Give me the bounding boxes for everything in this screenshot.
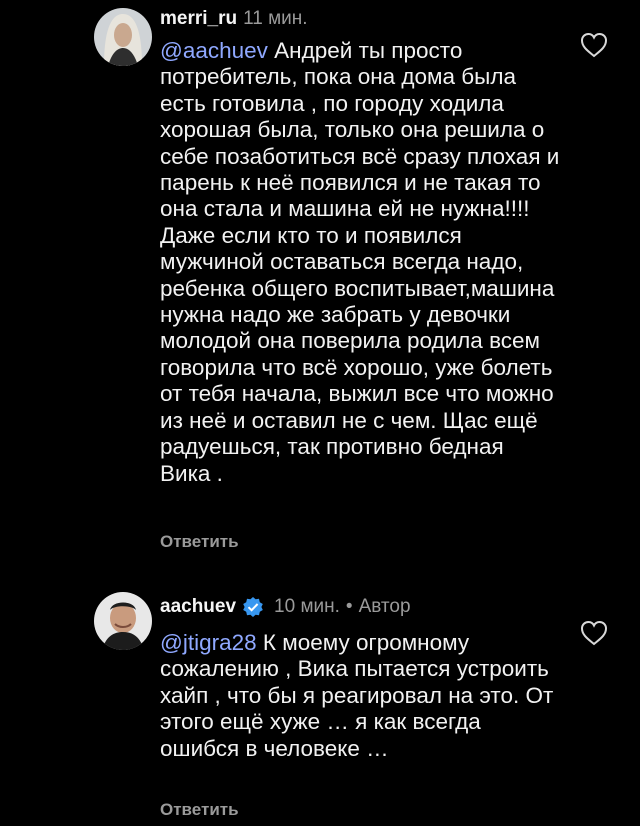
mention-link[interactable]: @aachuev [160,38,268,63]
comment-body: Андрей ты просто потребитель, пока она д… [160,38,560,486]
timestamp: 11 мин. [243,8,308,29]
verified-badge-icon [243,597,263,617]
heart-outline-icon[interactable] [580,620,608,646]
reply-button[interactable]: Ответить [160,532,239,552]
user-avatar-icon [94,592,152,650]
reply-button[interactable]: Ответить [160,800,239,820]
author-badge: Автор [358,596,411,617]
user-avatar-icon [94,8,152,66]
comment-merri-ru: merri_ru 11 мин. @aachuev Андрей ты прос… [0,0,640,560]
avatar[interactable] [94,592,152,650]
mention-link[interactable]: @jtigra28 [160,630,257,655]
comment-header: aachuev 10 мин. • Автор [160,596,411,618]
comment-text: @aachuev Андрей ты просто потребитель, п… [160,38,560,487]
heart-outline-icon[interactable] [580,32,608,58]
comment-header: merri_ru 11 мин. [160,8,308,30]
separator: • [345,596,353,617]
timestamp: 10 мин. [274,596,340,617]
username[interactable]: merri_ru [160,8,237,30]
avatar[interactable] [94,8,152,66]
username[interactable]: aachuev [160,596,236,618]
comment-text: @jtigra28 К моему огромному сожалению , … [160,630,560,762]
comment-aachuev: aachuev 10 мин. • Автор @jtigra28 К моем… [0,580,640,826]
